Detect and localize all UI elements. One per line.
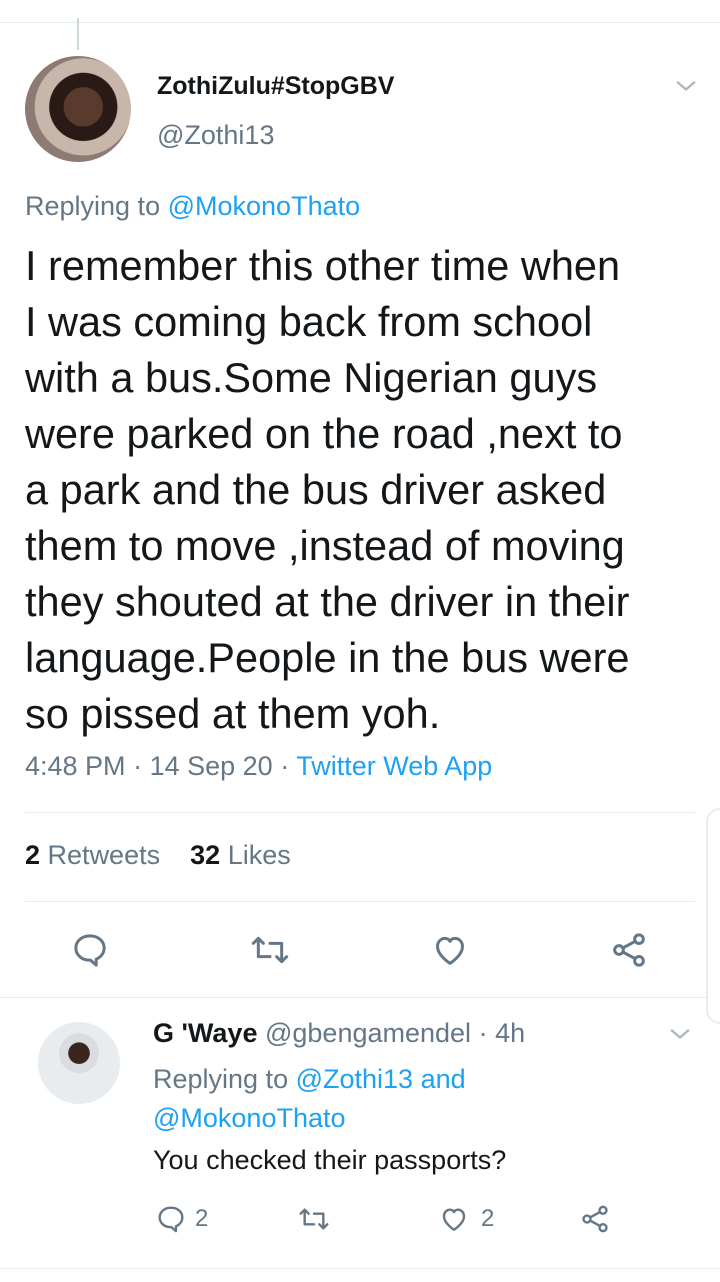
reply-replying-prefix: Replying to xyxy=(153,1064,289,1094)
reply-replying-link-2[interactable]: @MokonoThato xyxy=(153,1103,346,1133)
bottom-divider xyxy=(0,1268,720,1269)
reply-reply-action[interactable]: 2 xyxy=(155,1203,208,1235)
heart-icon[interactable] xyxy=(437,1203,471,1235)
like-count: 32 xyxy=(190,840,221,870)
reply-divider xyxy=(0,997,720,998)
thread-connector-line xyxy=(77,18,79,50)
reply-header: G 'Waye @gbengamendel · 4h xyxy=(153,1018,525,1049)
author-handle[interactable]: @Zothi13 xyxy=(157,120,274,151)
retweet-count: 2 xyxy=(25,840,41,870)
tweet-stats: 2 Retweets 32 Likes xyxy=(25,840,291,871)
chevron-down-icon[interactable] xyxy=(666,1020,694,1048)
reply-replying-and[interactable]: and xyxy=(421,1064,466,1094)
reply-replying-link-1[interactable]: @Zothi13 xyxy=(296,1064,413,1094)
reply-icon[interactable] xyxy=(70,930,110,970)
side-edge-panel xyxy=(706,808,720,1024)
reply-like-action[interactable]: 2 xyxy=(437,1203,494,1235)
reply-handle[interactable]: @gbengamendel xyxy=(265,1018,471,1048)
reply-author-avatar[interactable] xyxy=(38,1022,120,1104)
tweet-text: I remember this other time when I was co… xyxy=(25,242,630,737)
meta-separator: · xyxy=(280,751,290,781)
likes-stat[interactable]: 32 Likes xyxy=(190,840,291,870)
reply-icon[interactable] xyxy=(155,1203,187,1235)
author-avatar[interactable] xyxy=(25,56,131,162)
reply-reply-count: 2 xyxy=(195,1205,209,1232)
replying-to-prefix: Replying to xyxy=(25,191,161,221)
replying-to-line: Replying to @MokonoThato xyxy=(25,191,360,222)
tweet-time[interactable]: 4:48 PM xyxy=(25,751,126,781)
retweet-icon[interactable] xyxy=(296,1203,332,1235)
top-divider xyxy=(0,22,720,23)
tweet-date[interactable]: 14 Sep 20 xyxy=(150,751,273,781)
replying-to-link[interactable]: @MokonoThato xyxy=(168,191,361,221)
heart-icon[interactable] xyxy=(429,930,471,970)
share-icon[interactable] xyxy=(578,1203,612,1235)
tweet-source-link[interactable]: Twitter Web App xyxy=(296,751,492,781)
reply-text: You checked their passports? xyxy=(153,1145,507,1175)
tweet-meta: 4:48 PM · 14 Sep 20 · Twitter Web App xyxy=(25,751,492,782)
author-display-name[interactable]: ZothiZulu#StopGBV xyxy=(157,72,394,101)
retweet-label: Retweets xyxy=(47,840,161,870)
share-icon[interactable] xyxy=(607,930,651,970)
like-label: Likes xyxy=(227,840,291,870)
retweets-stat[interactable]: 2 Retweets xyxy=(25,840,160,870)
reply-replying-to: Replying to @Zothi13 and @MokonoThato xyxy=(153,1060,573,1138)
stats-top-divider xyxy=(25,812,695,813)
retweet-icon[interactable] xyxy=(248,930,292,970)
chevron-down-icon[interactable] xyxy=(672,72,700,100)
meta-separator: · xyxy=(133,751,143,781)
reply-display-name[interactable]: G 'Waye xyxy=(153,1018,257,1048)
stats-bottom-divider xyxy=(25,901,695,902)
reply-separator: · xyxy=(478,1018,488,1048)
reply-like-count: 2 xyxy=(481,1205,495,1232)
reply-age: 4h xyxy=(495,1018,526,1048)
